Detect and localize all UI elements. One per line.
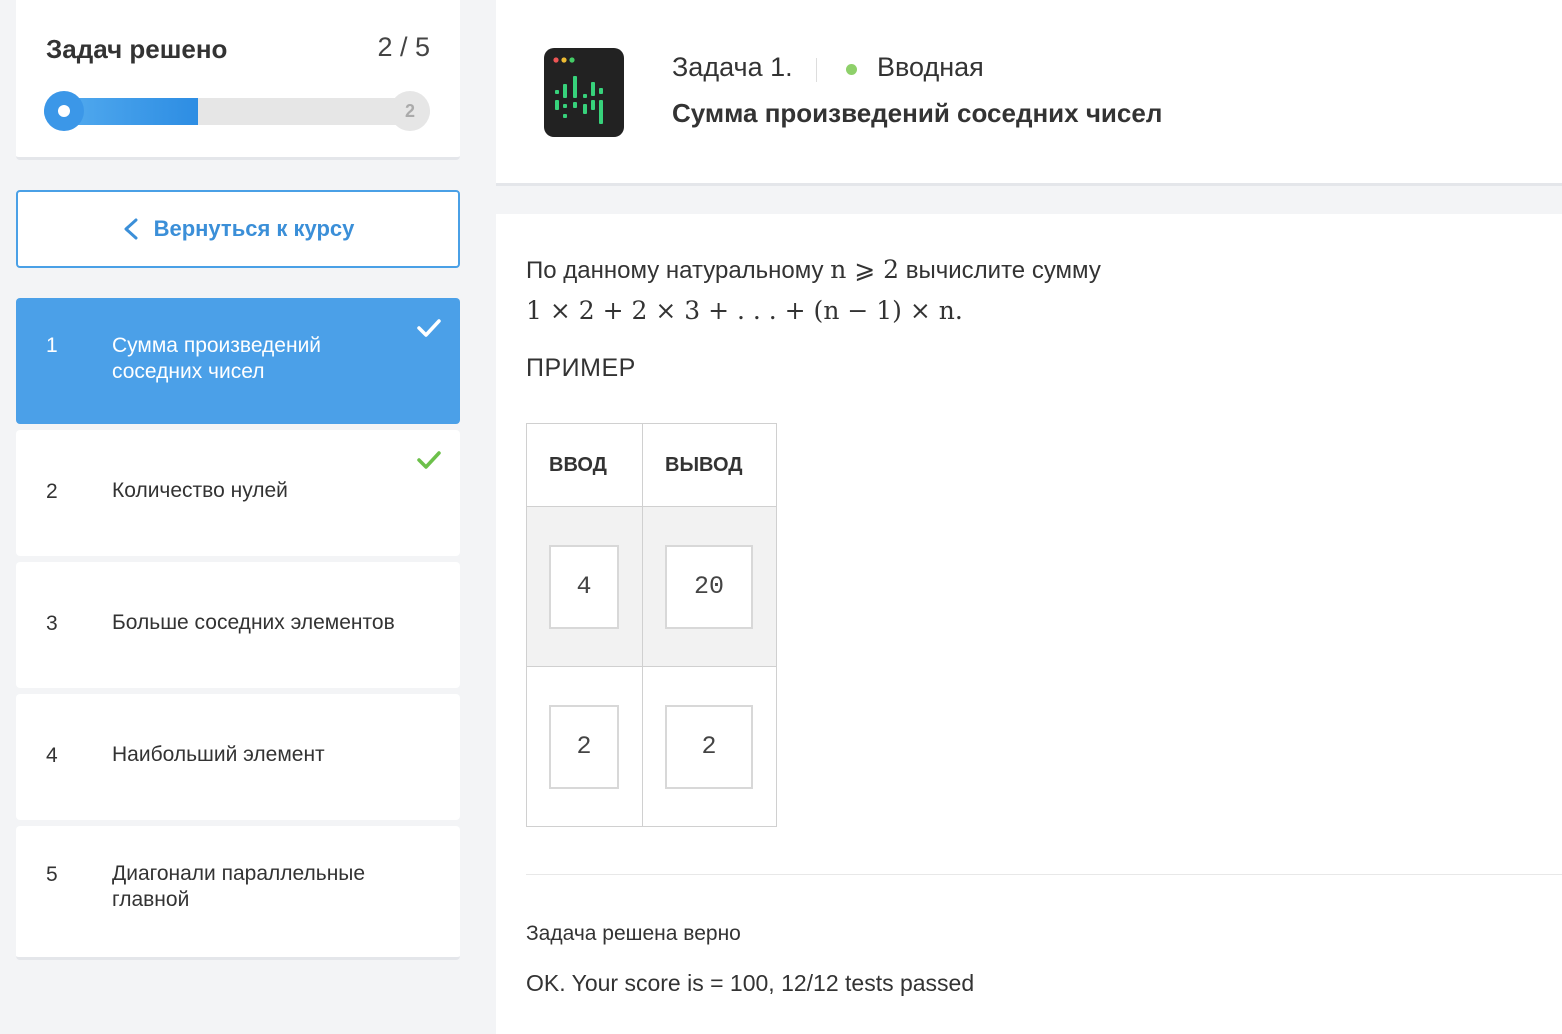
header-divider xyxy=(816,58,817,82)
task-number: 1 xyxy=(46,334,58,357)
table-row: 2 2 xyxy=(526,666,777,827)
result-score: OK. Your score is = 100, 12/12 tests pas… xyxy=(526,970,975,996)
statement-condition: n ⩾ 2 xyxy=(830,255,900,284)
task-number: 4 xyxy=(46,744,58,767)
example-input-value: 4 xyxy=(549,544,619,629)
task-number: 5 xyxy=(46,863,58,886)
task-item-3[interactable]: 3 Больше соседних элементов xyxy=(16,562,460,688)
table-cell: 4 xyxy=(526,506,643,667)
task-header: Задача 1. Вводная Сумма произведений сос… xyxy=(496,0,1562,186)
progress-card: Задач решено 2 / 5 2 xyxy=(16,0,460,160)
table-cell: 2 xyxy=(526,666,643,827)
progress-end-marker: 2 xyxy=(390,91,430,131)
main-content: Задача 1. Вводная Сумма произведений сос… xyxy=(496,0,1562,1034)
task-item-5[interactable]: 5 Диагонали параллельные главной xyxy=(16,826,460,960)
table-header-row: ВВОД ВЫВОД xyxy=(526,423,777,507)
task-content: По данному натуральному n ⩾ 2 вычислите … xyxy=(496,214,1562,1034)
task-number: 3 xyxy=(46,612,58,635)
progress-start-marker xyxy=(44,91,84,131)
example-heading: ПРИМЕР xyxy=(526,354,636,382)
back-to-course-button[interactable]: Вернуться к курсу xyxy=(16,190,460,268)
task-title: Диагонали параллельные главной xyxy=(112,862,366,911)
back-button-label: Вернуться к курсу xyxy=(153,216,355,241)
example-output-value: 20 xyxy=(665,544,753,629)
example-output-value: 2 xyxy=(665,704,753,789)
task-item-1[interactable]: 1 Сумма произведений соседних чисел xyxy=(16,298,460,424)
task-title: Наибольший элемент xyxy=(112,743,325,766)
task-item-2[interactable]: 2 Количество нулей xyxy=(16,430,460,556)
task-title: Сумма произведений соседних чисел xyxy=(112,334,322,383)
task-item-4[interactable]: 4 Наибольший элемент xyxy=(16,694,460,820)
task-level: Вводная xyxy=(877,52,984,82)
task-number: 2 xyxy=(46,480,58,503)
task-title: Больше соседних элементов xyxy=(112,611,395,634)
progress-bar: 2 xyxy=(44,91,430,131)
sidebar: Задач решено 2 / 5 2 Вернуться к курсу 1… xyxy=(0,0,480,1034)
column-header-input: ВВОД xyxy=(526,423,643,507)
progress-label: Задач решено xyxy=(46,34,228,64)
table-row: 4 20 xyxy=(526,506,777,667)
result-status: Задача решена верно xyxy=(526,922,741,945)
terminal-logo-icon xyxy=(544,48,624,137)
task-title: Количество нулей xyxy=(112,479,288,502)
content-divider xyxy=(526,874,1562,875)
task-number-label: Задача 1. xyxy=(672,52,793,82)
statement-text-after: вычислите сумму xyxy=(905,257,1101,284)
progress-count: 2 / 5 xyxy=(377,32,430,62)
statement-formula: 1 × 2 + 2 × 3 + . . . + (n − 1) × n. xyxy=(526,296,963,325)
chevron-left-icon xyxy=(124,218,138,240)
statement-text: По данному натуральному xyxy=(526,257,824,284)
example-table: ВВОД ВЫВОД 4 20 2 2 xyxy=(526,423,777,827)
column-header-output: ВЫВОД xyxy=(642,423,777,507)
check-icon xyxy=(417,451,441,469)
table-cell: 2 xyxy=(642,666,777,827)
check-icon xyxy=(417,319,441,337)
example-input-value: 2 xyxy=(549,704,619,789)
level-indicator-dot xyxy=(846,64,857,75)
task-title-heading: Сумма произведений соседних чисел xyxy=(672,98,1163,128)
task-statement: По данному натуральному n ⩾ 2 вычислите … xyxy=(526,250,1101,331)
table-cell: 20 xyxy=(642,506,777,667)
